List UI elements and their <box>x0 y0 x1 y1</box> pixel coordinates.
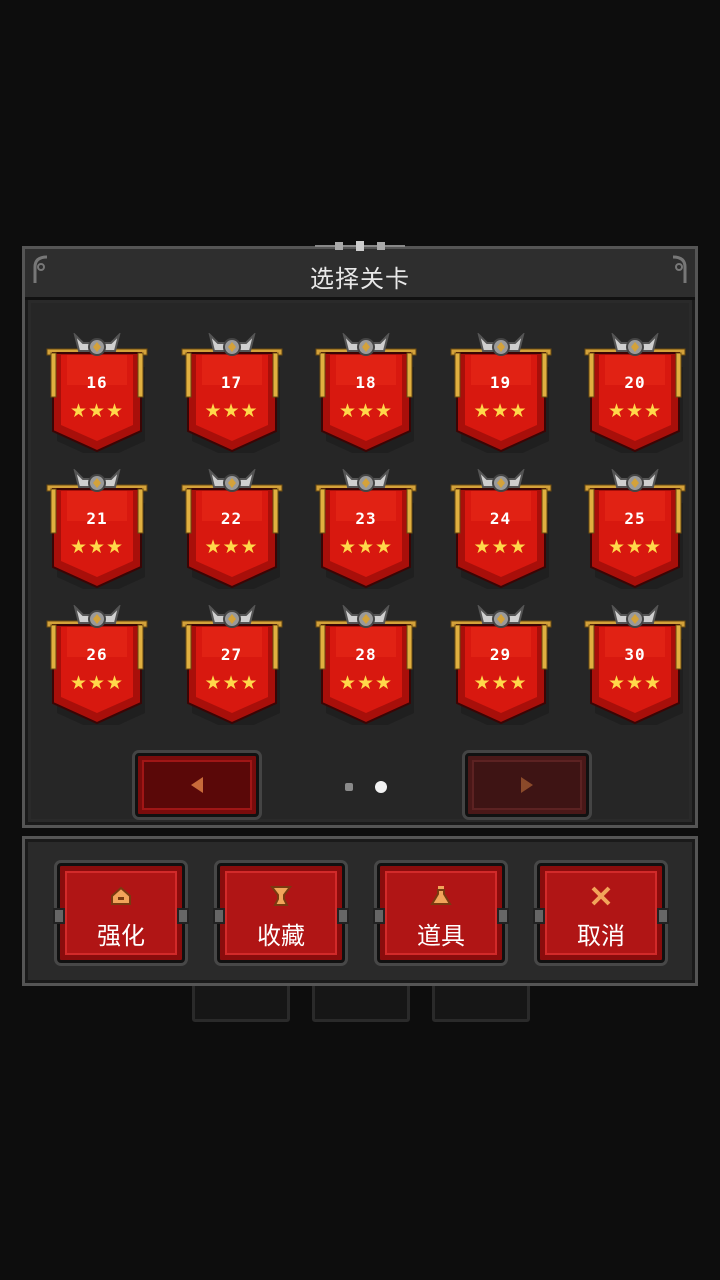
level-number: 16 <box>86 373 108 392</box>
level-banner-25[interactable]: 25 ★★★ <box>583 469 687 589</box>
level-number: 21 <box>86 509 108 528</box>
items-label: 道具 <box>417 922 465 950</box>
level-number: 23 <box>355 509 377 528</box>
panel-header: 选择关卡 <box>25 241 695 300</box>
level-banner-20[interactable]: 20 ★★★ <box>583 333 687 453</box>
close-icon <box>591 886 611 906</box>
level-number: 18 <box>355 373 377 392</box>
level-number: 27 <box>220 645 243 664</box>
cancel-button[interactable]: 取消 <box>533 863 669 963</box>
level-number: 25 <box>624 509 646 528</box>
level-stars: ★★★ <box>338 400 394 422</box>
level-banner-16[interactable]: 16 ★★★ <box>45 333 149 453</box>
level-grid: 16 ★★★ 17 ★★★ 18 ★★★ 19 ★★★ 20 ★★★ 21 ★★… <box>31 303 689 819</box>
level-banner-28[interactable]: 28 ★★★ <box>314 605 418 725</box>
trophy-icon <box>270 886 292 906</box>
prev-page-button[interactable] <box>135 753 259 817</box>
level-stars: ★★★ <box>204 536 259 558</box>
upgrade-button[interactable]: 强化 <box>53 863 189 963</box>
page-indicator-dot-active <box>375 781 387 793</box>
level-stars: ★★★ <box>204 400 259 422</box>
level-banner-18[interactable]: 18 ★★★ <box>314 333 418 453</box>
collection-button[interactable]: 收藏 <box>213 863 349 963</box>
level-stars: ★★★ <box>69 400 125 422</box>
level-number: 28 <box>355 645 377 664</box>
next-page-button[interactable] <box>465 753 589 817</box>
items-button[interactable]: 道具 <box>373 863 509 963</box>
level-select-panel: 选择关卡 16 ★★★ 17 ★★★ 18 ★★★ 19 ★★★ 20 ★★★ … <box>22 241 698 828</box>
level-stars: ★★★ <box>607 536 663 558</box>
level-number: 26 <box>86 645 108 664</box>
level-stars: ★★★ <box>69 672 125 694</box>
action-bar: 强化 收藏 道具 取消 <box>22 836 698 986</box>
level-banner-24[interactable]: 24 ★★★ <box>449 469 553 589</box>
level-stars: ★★★ <box>69 536 125 558</box>
level-stars: ★★★ <box>204 672 259 694</box>
level-stars: ★★★ <box>338 672 394 694</box>
level-stars: ★★★ <box>338 536 394 558</box>
level-banner-30[interactable]: 30 ★★★ <box>583 605 687 725</box>
level-stars: ★★★ <box>473 536 528 558</box>
page-title: 选择关卡 <box>310 265 410 293</box>
upgrade-label: 强化 <box>97 922 145 950</box>
potion-icon <box>430 886 452 905</box>
level-banner-17[interactable]: 17 ★★★ <box>180 333 284 453</box>
level-banner-21[interactable]: 21 ★★★ <box>45 469 149 589</box>
level-banner-26[interactable]: 26 ★★★ <box>45 605 149 725</box>
level-stars: ★★★ <box>473 672 528 694</box>
upgrade-icon <box>111 886 131 905</box>
header-ornament-icon <box>315 241 405 251</box>
level-number: 20 <box>624 373 646 392</box>
level-number: 22 <box>220 509 243 528</box>
collection-label: 收藏 <box>257 922 305 950</box>
page-indicator-dot <box>345 783 353 791</box>
level-stars: ★★★ <box>607 400 663 422</box>
level-banner-22[interactable]: 22 ★★★ <box>180 469 284 589</box>
level-banner-29[interactable]: 29 ★★★ <box>449 605 553 725</box>
level-number: 30 <box>624 645 646 664</box>
arrow-left-icon <box>191 777 203 793</box>
level-number: 29 <box>489 645 512 664</box>
level-stars: ★★★ <box>607 672 663 694</box>
level-banner-27[interactable]: 27 ★★★ <box>180 605 284 725</box>
level-number: 19 <box>489 373 512 392</box>
level-number: 24 <box>489 509 512 528</box>
arrow-right-icon <box>521 777 533 793</box>
level-banner-19[interactable]: 19 ★★★ <box>449 333 553 453</box>
cancel-label: 取消 <box>577 922 625 950</box>
level-number: 17 <box>220 373 243 392</box>
level-stars: ★★★ <box>473 400 528 422</box>
level-banner-23[interactable]: 23 ★★★ <box>314 469 418 589</box>
